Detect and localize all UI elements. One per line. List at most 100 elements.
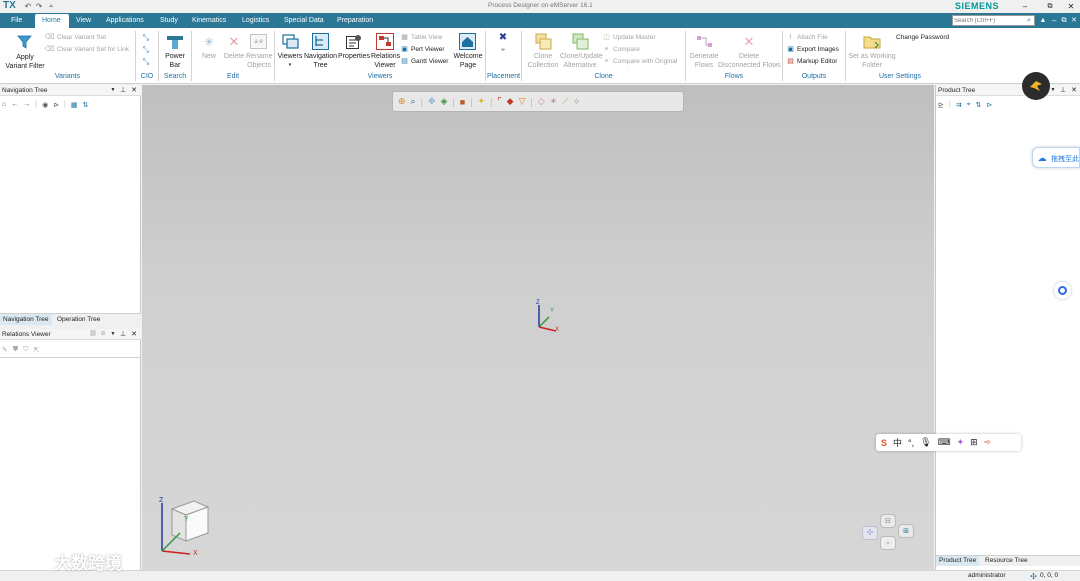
relations-badge-icon[interactable]: ⛉ <box>23 346 28 354</box>
blank-icon[interactable]: ◇ <box>538 96 545 107</box>
cio-check-in-icon[interactable]: ⤡ <box>140 33 152 43</box>
cube-select-icon[interactable]: ◆ <box>507 96 514 107</box>
search-input[interactable] <box>954 16 1024 25</box>
welcome-page-button[interactable]: Welcome Page <box>453 32 483 72</box>
tab-applications[interactable]: Applications <box>106 17 144 24</box>
power-bar-button[interactable]: Power Bar <box>161 32 189 72</box>
graphic-viewer-3d[interactable]: ⊕ ⌕ | ✥ ◈ | ■ | ✦ | ⌜ ◆ ▽ | ◇ ✶ ⟋ ⟡ Z Y … <box>142 85 934 570</box>
doc-restore-icon[interactable]: ⧉ <box>1060 16 1068 25</box>
doc-close-icon[interactable]: ✕ <box>1070 16 1078 25</box>
new-button[interactable]: ✳ New <box>198 32 220 70</box>
nav-home-icon[interactable]: ⌂ <box>2 101 6 108</box>
sogou-logo-icon[interactable]: S <box>881 438 887 448</box>
compare-with-original-button[interactable]: ⚭ Compare with Original <box>602 57 684 67</box>
fit-view-icon[interactable]: ⊞ <box>898 524 914 538</box>
ime-keyboard-icon[interactable]: ⌨ <box>938 437 951 448</box>
relations-unlink-icon[interactable]: ⊘ <box>100 330 106 338</box>
drag-here-widget[interactable]: ☁ 拖拽至此 <box>1032 147 1080 168</box>
floating-circle-button[interactable] <box>1054 282 1071 299</box>
markup-editor-button[interactable]: ▤ Markup Editor <box>786 57 844 67</box>
pt-sort-icon[interactable]: ⇅ <box>976 101 982 109</box>
redo-icon[interactable]: ↷ <box>35 2 43 11</box>
relations-shield-icon[interactable]: ⛊ <box>13 346 18 354</box>
render-mode-icon[interactable]: ■ <box>460 97 465 107</box>
clear-variant-set-button[interactable]: ⌫ Clear Variant Set <box>45 33 133 43</box>
snap-icon[interactable]: ⟡ <box>574 96 580 107</box>
pan-icon[interactable]: ✥ <box>428 96 436 107</box>
tab-study[interactable]: Study <box>160 17 178 24</box>
ime-skin-icon[interactable]: ✦ <box>957 437 965 448</box>
file-menu[interactable]: File <box>11 17 22 24</box>
viewers-dropdown-button[interactable]: Viewers ▾ <box>277 32 303 72</box>
delete-button[interactable]: ✕ Delete <box>222 32 246 70</box>
apply-variant-filter-button[interactable]: Apply Variant Filter <box>4 30 46 72</box>
product-tree-close-icon[interactable]: ✕ <box>1071 86 1077 94</box>
relations-pin-icon[interactable]: ⊥ <box>120 330 126 338</box>
zoom-view-icon[interactable]: ⌕ <box>880 536 896 550</box>
ime-toolbox-icon[interactable]: ⊞ <box>970 437 978 448</box>
nav-sort-icon[interactable]: ⇅ <box>83 101 89 109</box>
tab-logistics[interactable]: Logistics <box>242 17 269 24</box>
close-icon[interactable]: ✕ <box>1066 2 1076 11</box>
ime-punctuation-icon[interactable]: °, <box>908 438 914 448</box>
tab-preparation[interactable]: Preparation <box>337 17 373 24</box>
minimize-icon[interactable]: – <box>1020 2 1030 11</box>
nav-forward-icon[interactable]: → <box>23 101 30 108</box>
cube-left-face[interactable] <box>171 508 187 542</box>
relations-pencil-icon[interactable]: ✎ <box>2 346 8 354</box>
pt-collapse-icon[interactable]: ⊵ <box>938 101 944 109</box>
attach-file-button[interactable]: ⌇ Attach File <box>786 33 844 43</box>
tab-view[interactable]: View <box>76 17 91 24</box>
zoom-icon[interactable]: ⌕ <box>411 96 416 107</box>
ime-more-icon[interactable]: ➾ <box>984 437 992 448</box>
relations-cursor-icon[interactable]: ⇱ <box>33 346 39 354</box>
view-cube-icon[interactable]: ◈ <box>440 96 447 107</box>
generate-flows-button[interactable]: Generate Flows <box>688 32 720 72</box>
nav-grid-icon[interactable]: ▦ <box>71 101 78 109</box>
search-box[interactable]: ⌕ <box>952 15 1035 26</box>
zoom-fit-icon[interactable]: ⊕ <box>398 96 406 107</box>
display-icon[interactable]: ✶ <box>550 96 558 107</box>
clone-update-alternative-button[interactable]: Clone/Update Alternative <box>560 32 603 72</box>
tab-home[interactable]: Home <box>42 17 61 24</box>
delete-disconnected-flows-button[interactable]: ✕ Delete Disconnected Flows <box>718 32 781 72</box>
relations-close-icon[interactable]: ✕ <box>131 330 137 338</box>
select-filter-icon[interactable]: ▽ <box>519 96 526 107</box>
nav-back-icon[interactable]: ← <box>11 101 18 108</box>
product-tree-pin-icon[interactable]: ⊥ <box>1060 86 1066 94</box>
tab-special-data[interactable]: Special Data <box>284 17 324 24</box>
set-working-folder-button[interactable]: Set as Working Folder <box>848 32 896 72</box>
clear-variant-set-link-button[interactable]: ⌫ Clear Variant Set for Link <box>45 45 133 55</box>
floating-assistant-badge[interactable] <box>1022 72 1050 100</box>
export-images-button[interactable]: ▣ Export Images <box>786 45 844 55</box>
table-view-button[interactable]: ▦ Table View <box>400 33 450 43</box>
placement-manipulator-icon[interactable]: ✖ <box>497 32 509 43</box>
quick-access-dropdown-icon[interactable]: ⩡ <box>48 2 54 11</box>
pt-expand-icon[interactable]: ⇉ <box>956 101 962 109</box>
tab-resource-tree[interactable]: Resource Tree <box>982 556 1031 566</box>
placement-snap-icon[interactable]: ⌖ <box>497 45 509 55</box>
compare-button[interactable]: ⚭ Compare <box>602 45 682 55</box>
search-icon[interactable]: ⌕ <box>1025 16 1033 25</box>
product-tree-dropdown-icon[interactable]: ▼ <box>1050 87 1056 94</box>
undo-icon[interactable]: ↶ <box>24 2 32 11</box>
nav-tree-close-icon[interactable]: ✕ <box>131 86 137 94</box>
tab-operation-tree[interactable]: Operation Tree <box>54 314 103 325</box>
lighting-icon[interactable]: ✦ <box>478 96 486 107</box>
ime-voice-icon[interactable]: 🎙︎ <box>920 437 931 448</box>
tab-kinematics[interactable]: Kinematics <box>192 17 226 24</box>
nav-tree-pin-icon[interactable]: ⊥ <box>120 86 126 94</box>
clone-collection-button[interactable]: Clone Collection <box>526 32 560 72</box>
ime-chinese-mode[interactable]: 中 <box>893 436 902 449</box>
measure-icon[interactable]: ⟋ <box>562 96 568 107</box>
tab-navigation-tree[interactable]: Navigation Tree <box>0 314 52 325</box>
navigation-tree-button[interactable]: Navigation Tree <box>304 32 337 72</box>
nav-filter-icon[interactable]: ⊳ <box>53 101 59 109</box>
pt-locate-icon[interactable]: ⌖ <box>967 101 971 109</box>
update-master-button[interactable]: ◫ Update Master <box>602 33 682 43</box>
tab-product-tree[interactable]: Product Tree <box>936 556 980 566</box>
navigation-cube[interactable] <box>156 495 216 557</box>
relations-viewer-button[interactable]: Relations Viewer <box>371 32 400 72</box>
section-icon[interactable]: ⌜ <box>497 96 501 107</box>
relations-link-icon[interactable]: ⛓ <box>89 330 97 338</box>
